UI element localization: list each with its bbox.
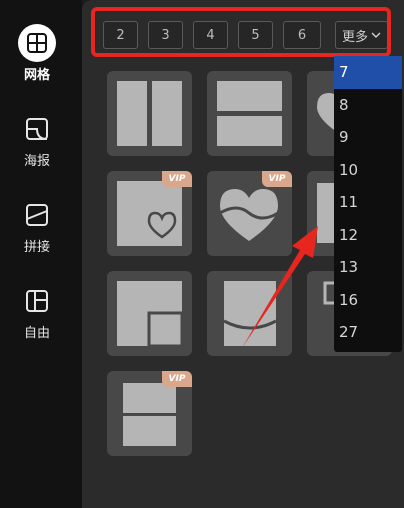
- layout-tile-two-columns[interactable]: [107, 71, 192, 156]
- dropdown-option-8[interactable]: 8: [334, 89, 402, 122]
- stitch-icon: [18, 196, 56, 234]
- nav-label-grid: 网格: [23, 68, 50, 83]
- nav-label-poster: 海报: [23, 154, 50, 169]
- vip-badge: VIP: [162, 171, 192, 187]
- dropdown-option-7[interactable]: 7: [334, 56, 402, 89]
- grid-icon: [18, 24, 56, 62]
- dropdown-option-16[interactable]: 16: [334, 284, 402, 317]
- left-nav: 网格 海报 拼接 自由: [0, 0, 82, 508]
- vip-badge: VIP: [162, 371, 192, 387]
- dropdown-option-9[interactable]: 9: [334, 121, 402, 154]
- layout-tile-heart-outline[interactable]: VIP: [107, 171, 192, 256]
- more-count-dropdown: 7 8 9 10 11 12 13 16 27: [334, 56, 402, 352]
- nav-label-freeform: 自由: [23, 326, 50, 341]
- layout-tile-stacked[interactable]: VIP: [107, 371, 192, 456]
- layout-tile-heart-split[interactable]: VIP: [207, 171, 292, 256]
- layout-tile-curved[interactable]: [207, 271, 292, 356]
- nav-item-poster[interactable]: 海报: [0, 110, 74, 169]
- layout-tile-corner-inset[interactable]: [107, 271, 192, 356]
- nav-item-stitch[interactable]: 拼接: [0, 196, 74, 255]
- vip-badge: VIP: [262, 171, 292, 187]
- dropdown-option-11[interactable]: 11: [334, 186, 402, 219]
- dropdown-option-12[interactable]: 12: [334, 219, 402, 252]
- nav-item-freeform[interactable]: 自由: [0, 282, 74, 341]
- nav-item-grid[interactable]: 网格: [0, 24, 74, 83]
- layout-tile-two-rows[interactable]: [207, 71, 292, 156]
- count-highlight-box: [91, 7, 391, 57]
- freeform-icon: [18, 282, 56, 320]
- dropdown-option-10[interactable]: 10: [334, 154, 402, 187]
- dropdown-option-27[interactable]: 27: [334, 316, 402, 349]
- dropdown-option-13[interactable]: 13: [334, 251, 402, 284]
- nav-label-stitch: 拼接: [23, 240, 50, 255]
- poster-icon: [18, 110, 56, 148]
